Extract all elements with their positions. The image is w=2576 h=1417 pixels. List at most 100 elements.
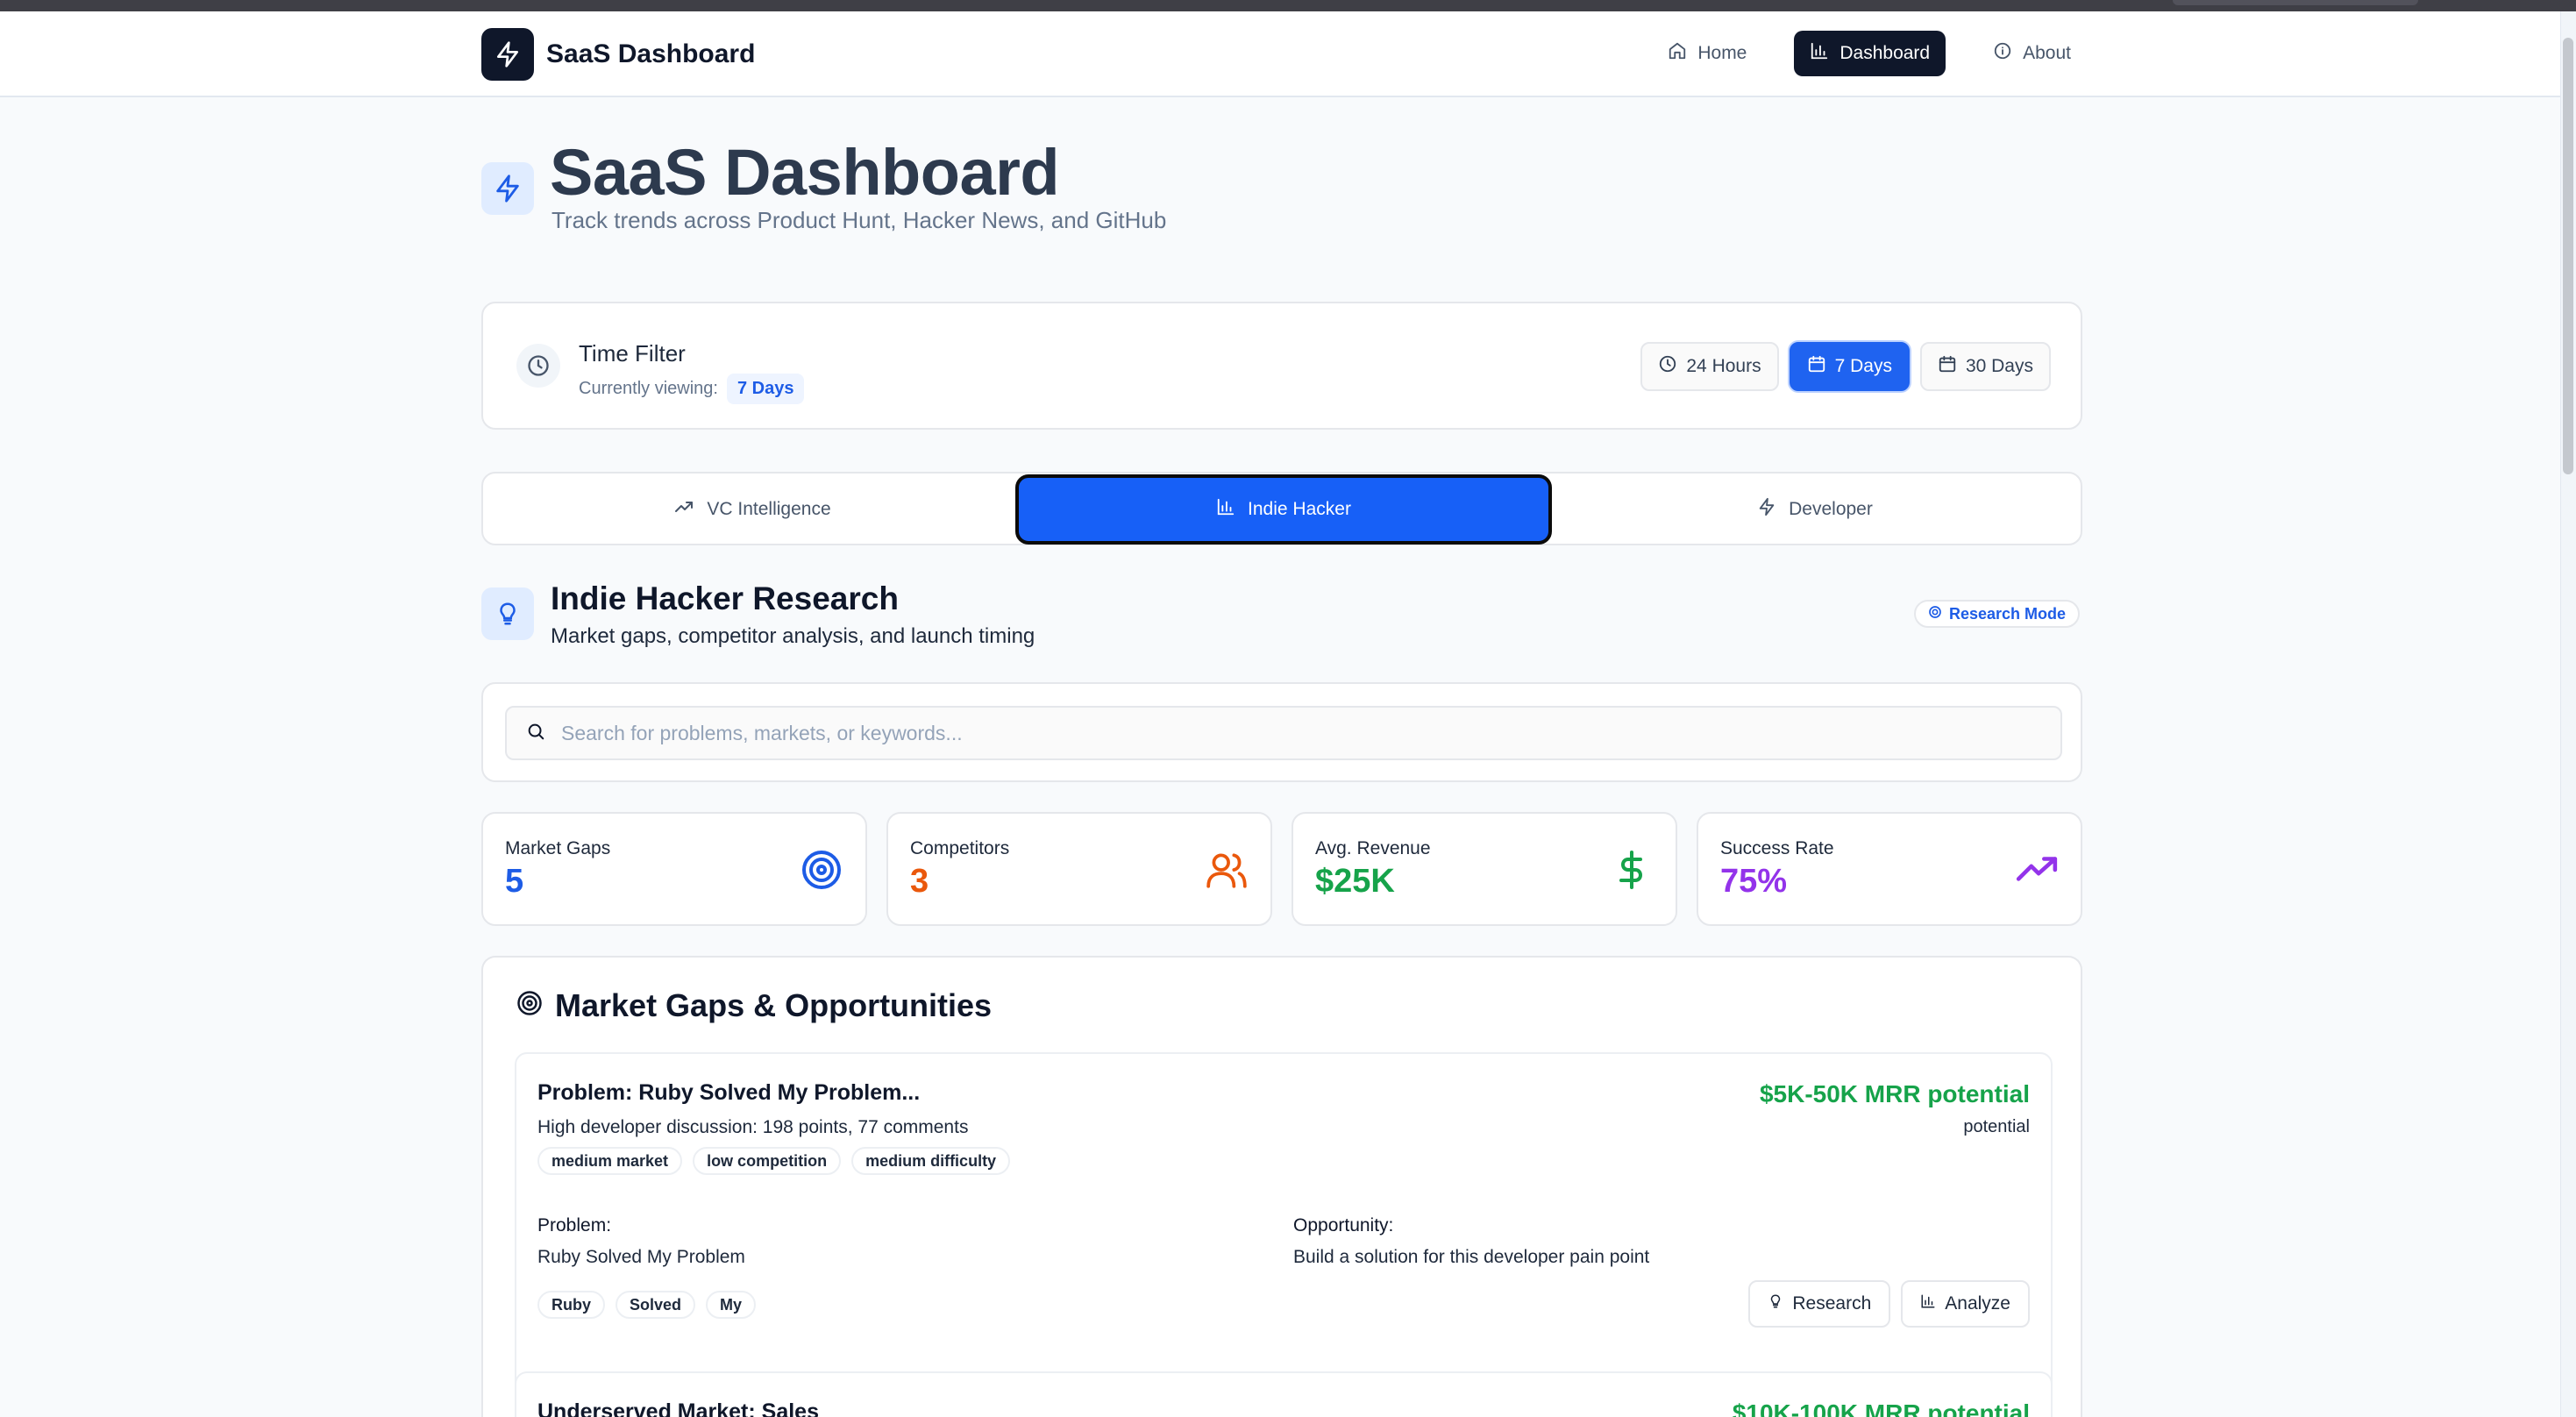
research-mode-badge: Research Mode <box>1914 600 2081 628</box>
section-subtitle: Market gaps, competitor analysis, and la… <box>551 624 1035 648</box>
page-title: SaaS Dashboard <box>550 136 1060 209</box>
target-icon <box>1928 605 1942 623</box>
stat-card-market-gaps: Market Gaps 5 <box>481 812 867 926</box>
page-subtitle: Track trends across Product Hunt, Hacker… <box>551 207 1167 233</box>
target-icon <box>797 845 846 894</box>
section-title: Indie Hacker Research <box>551 580 899 616</box>
filter-24-hours-label: 24 Hours <box>1686 356 1761 376</box>
opportunity-mrr-sub: potential <box>1963 1117 2030 1136</box>
time-filter-options: 24 Hours 7 Days 30 Days <box>1640 342 2051 391</box>
filter-7-days-button[interactable]: 7 Days <box>1789 342 1910 391</box>
bar-chart-icon <box>1216 497 1235 522</box>
browser-top-strip <box>0 0 2576 11</box>
nav-about[interactable]: About <box>1977 31 2087 76</box>
opportunity-description: High developer discussion: 198 points, 7… <box>537 1117 969 1137</box>
market-gaps-title-text: Market Gaps & Opportunities <box>555 987 993 1023</box>
keyword-tag: Solved <box>616 1291 696 1319</box>
opportunity-mrr: $10K-100K MRR potential <box>1732 1399 2030 1417</box>
brand[interactable]: SaaS Dashboard <box>481 28 755 81</box>
clock-icon <box>1658 354 1677 379</box>
info-icon <box>1993 41 2012 66</box>
filter-30-days-label: 30 Days <box>1965 356 2033 376</box>
stat-value: $25K <box>1315 863 1395 900</box>
stat-value: 5 <box>505 863 524 900</box>
analyze-button-label: Analyze <box>1945 1293 2010 1314</box>
opportunity-value: Build a solution for this developer pain… <box>1293 1247 1650 1267</box>
keyword-tags: Ruby Solved My <box>537 1291 757 1319</box>
research-button-label: Research <box>1792 1293 1872 1314</box>
search-input[interactable] <box>561 721 1964 745</box>
time-filter-card: Time Filter Currently viewing: 7 Days 24… <box>481 302 2082 430</box>
opportunity-title: Underserved Market: Sales <box>537 1399 819 1417</box>
clock-icon <box>516 344 560 388</box>
filter-30-days-button[interactable]: 30 Days <box>1919 342 2051 391</box>
zap-icon <box>1757 497 1776 522</box>
tab-indie-hacker[interactable]: Indie Hacker <box>1015 474 1552 545</box>
brand-name: SaaS Dashboard <box>546 39 756 68</box>
viewing-label: Currently viewing: <box>579 379 718 398</box>
home-icon <box>1668 41 1687 66</box>
lightbulb-icon <box>1768 1293 1783 1314</box>
zap-icon <box>481 28 534 81</box>
opportunity-label: Opportunity: <box>1293 1215 1394 1235</box>
trending-up-icon <box>673 496 694 523</box>
navbar: SaaS Dashboard Home Dashboard About <box>0 11 2560 97</box>
market-gaps-title: Market Gaps & Opportunities <box>516 987 992 1024</box>
stat-label: Market Gaps <box>505 838 611 858</box>
nav-home[interactable]: Home <box>1652 31 1762 76</box>
stat-label: Competitors <box>910 838 1010 858</box>
market-gaps-card: Market Gaps & Opportunities Problem: Rub… <box>481 956 2082 1417</box>
bar-chart-icon <box>1920 1293 1936 1314</box>
search-card <box>481 682 2082 782</box>
nav-dashboard[interactable]: Dashboard <box>1794 31 1946 76</box>
filter-7-days-label: 7 Days <box>1834 356 1892 376</box>
stat-card-competitors: Competitors 3 <box>886 812 1272 926</box>
tag-competition: low competition <box>693 1147 842 1175</box>
opportunity-card[interactable]: Problem: Ruby Solved My Problem... High … <box>515 1052 2053 1417</box>
zap-icon <box>481 162 534 215</box>
dollar-icon <box>1607 845 1656 894</box>
target-icon <box>516 987 543 1024</box>
scrollbar-thumb[interactable] <box>2563 38 2573 474</box>
opportunity-tags: medium market low competition medium dif… <box>537 1147 1011 1175</box>
stat-card-avg-revenue: Avg. Revenue $25K <box>1292 812 1677 926</box>
opportunity-title: Problem: Ruby Solved My Problem... <box>537 1080 921 1105</box>
bar-chart-icon <box>1810 41 1829 66</box>
lightbulb-icon <box>481 587 534 640</box>
nav-about-label: About <box>2023 43 2071 63</box>
tab-indie-hacker-label: Indie Hacker <box>1248 499 1351 519</box>
keyword-tag: My <box>706 1291 757 1319</box>
viewing-badge: 7 Days <box>726 374 805 404</box>
calendar-icon <box>1938 354 1957 379</box>
tab-developer-label: Developer <box>1789 499 1873 519</box>
nav-dashboard-label: Dashboard <box>1839 43 1931 63</box>
stat-value: 75% <box>1720 863 1788 900</box>
filter-24-hours-button[interactable]: 24 Hours <box>1640 342 1779 391</box>
keyword-tag: Ruby <box>537 1291 605 1319</box>
main-nav: Home Dashboard About <box>1652 31 2087 76</box>
tag-market-size: medium market <box>537 1147 683 1175</box>
search-box[interactable] <box>505 706 2062 760</box>
trending-up-icon <box>2012 845 2061 894</box>
calendar-icon <box>1807 354 1826 379</box>
nav-home-label: Home <box>1697 43 1747 63</box>
stat-card-success-rate: Success Rate 75% <box>1697 812 2082 926</box>
research-mode-label: Research Mode <box>1949 604 2067 623</box>
problem-value: Ruby Solved My Problem <box>537 1247 745 1267</box>
stat-value: 3 <box>910 863 929 900</box>
search-icon <box>526 722 545 745</box>
tab-developer[interactable]: Developer <box>1549 477 2081 542</box>
browser-pill <box>2173 0 2418 5</box>
persona-tabs: VC Intelligence Indie Hacker Developer <box>481 472 2082 545</box>
analyze-button[interactable]: Analyze <box>1901 1280 2030 1328</box>
tab-vc-intelligence[interactable]: VC Intelligence <box>487 477 1018 542</box>
stat-label: Success Rate <box>1720 838 1834 858</box>
opportunity-card[interactable]: Underserved Market: Sales $10K-100K MRR … <box>515 1371 2053 1417</box>
research-button[interactable]: Research <box>1748 1280 1891 1328</box>
tag-difficulty: medium difficulty <box>851 1147 1011 1175</box>
opportunity-mrr: $5K-50K MRR potential <box>1759 1080 2030 1107</box>
scrollbar[interactable] <box>2560 11 2576 1417</box>
stat-label: Avg. Revenue <box>1315 838 1431 858</box>
problem-label: Problem: <box>537 1215 612 1235</box>
time-filter-title: Time Filter <box>579 340 686 367</box>
